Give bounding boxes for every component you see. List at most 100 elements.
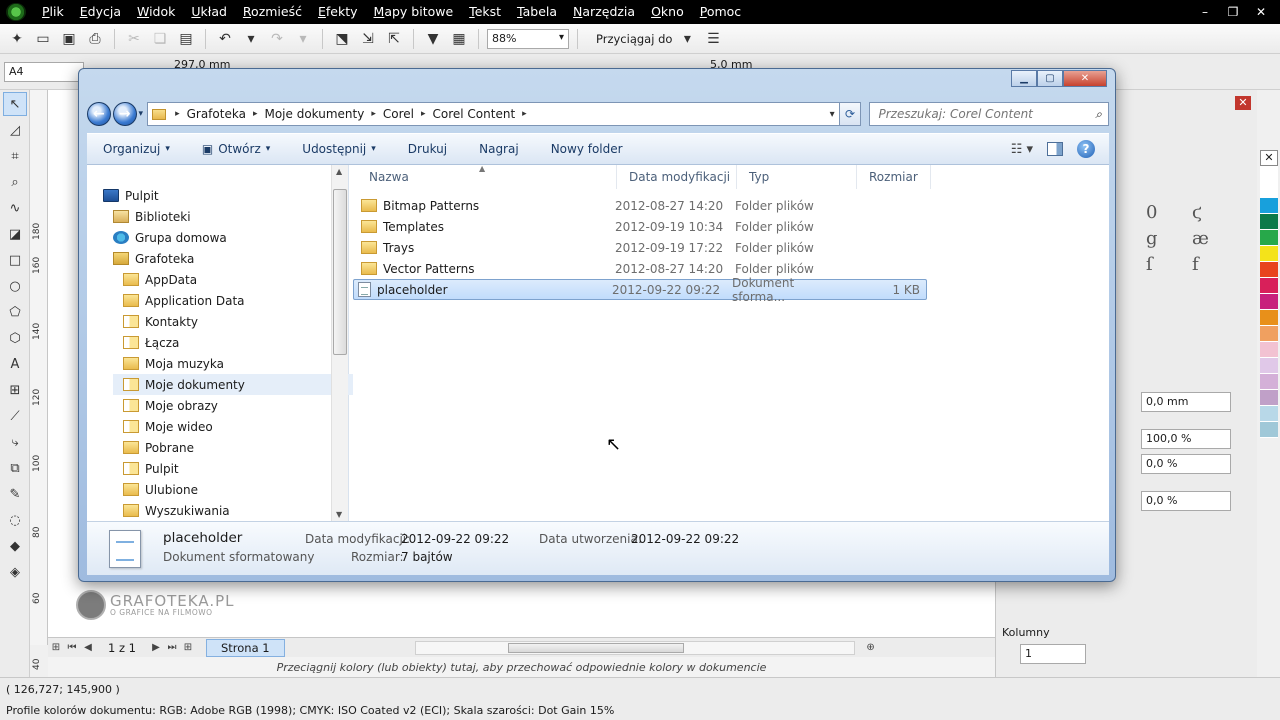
first-page-icon[interactable]: ⏮ [64,642,80,653]
line-spacing-field[interactable]: 100,0 % [1141,429,1231,449]
cut-icon[interactable]: ✂ [123,28,145,50]
redo-icon[interactable]: ↷ [266,28,288,50]
tree-item-desktop-folder[interactable]: Pulpit [123,458,363,479]
char-spacing-field[interactable]: 0,0 % [1141,491,1231,511]
add-page-icon[interactable]: ⊞ [48,642,64,653]
tree-item-appdata[interactable]: AppData [123,269,363,290]
pick-tool-icon[interactable]: ↖ [3,92,27,116]
table-row[interactable]: Bitmap Patterns 2012-08-27 14:20 Folder … [357,195,931,216]
interactive-fill-tool-icon[interactable]: ◈ [3,560,27,584]
tree-item-application-data[interactable]: Application Data [123,290,363,311]
zoom-level-select[interactable]: 88% [487,28,569,49]
last-page-icon[interactable]: ⏭ [164,642,180,653]
menu-tools[interactable]: Narzędzia [565,0,643,24]
color-swatch[interactable] [1260,326,1278,342]
undo-icon[interactable]: ↶ [214,28,236,50]
color-swatch[interactable] [1260,246,1278,262]
no-color-swatch[interactable]: ✕ [1260,150,1278,166]
menu-bitmaps[interactable]: Mapy bitowe [366,0,462,24]
connector-tool-icon[interactable]: ⤷ [3,430,27,454]
search-input[interactable] [878,107,1079,121]
recent-pages-dropdown-icon[interactable]: ▾ [139,109,144,119]
breadcrumb-documents[interactable]: Moje dokumenty [260,107,368,121]
tree-item-music[interactable]: Moja muzyka [123,353,363,374]
welcome-screen-icon[interactable]: ▦ [448,28,470,50]
tree-item-documents[interactable]: Moje dokumenty [113,374,353,395]
redo-dropdown-icon[interactable]: ▾ [292,28,314,50]
menu-edit[interactable]: Edycja [72,0,129,24]
column-header-date[interactable]: Data modyfikacji [617,165,737,189]
column-header-size[interactable]: Rozmiar [857,165,931,189]
breadcrumb-separator-icon[interactable]: ▸ [368,109,379,119]
menu-effects[interactable]: Efekty [310,0,366,24]
copy-icon[interactable]: ❏ [149,28,171,50]
tree-item-contacts[interactable]: Kontakty [123,311,363,332]
navigation-pane-scrollbar-thumb[interactable] [333,189,347,355]
tree-item-pictures[interactable]: Moje obrazy [123,395,363,416]
address-bar[interactable]: ▸ Grafoteka ▸ Moje dokumenty ▸ Corel ▸ C… [147,102,840,126]
snap-to-dropdown[interactable]: Przyciągaj do [596,32,672,46]
glyph-swash-icon[interactable]: ϛ [1192,202,1202,223]
minimize-icon[interactable]: – [1198,5,1212,19]
new-document-icon[interactable]: ✦ [6,28,28,50]
color-profiles-info[interactable]: Profile kolorów dokumentu: RGB: Adobe RG… [6,704,614,717]
menu-text[interactable]: Tekst [461,0,509,24]
eyedropper-tool-icon[interactable]: ✎ [3,482,27,506]
organize-button[interactable]: Organizuj ▾ [87,134,186,164]
menu-table[interactable]: Tabela [509,0,565,24]
color-swatch[interactable] [1260,374,1278,390]
rectangle-tool-icon[interactable]: □ [3,248,27,272]
options-icon[interactable]: ☰ [702,28,724,50]
docker-close-icon[interactable]: ✕ [1235,96,1251,110]
open-icon[interactable]: ▭ [32,28,54,50]
breadcrumb-separator-icon[interactable]: ▸ [172,109,183,119]
tree-item-downloads[interactable]: Pobrane [123,437,363,458]
forward-arrow-icon[interactable]: → [112,102,137,126]
scroll-down-icon[interactable]: ▼ [336,510,342,519]
color-swatch[interactable] [1260,214,1278,230]
column-header-name[interactable]: Nazwa ▲ [357,164,617,189]
dialog-close-icon[interactable]: ✕ [1063,70,1107,87]
address-history-dropdown-icon[interactable]: ▾ [830,109,835,120]
share-button[interactable]: Udostępnij ▾ [286,134,392,164]
glyph-ae-icon[interactable]: æ [1192,228,1209,249]
column-header-type[interactable]: Typ [737,165,857,189]
dialog-maximize-icon[interactable]: ▢ [1037,70,1063,87]
prev-page-icon[interactable]: ◀ [80,642,96,653]
save-icon[interactable]: ▣ [58,28,80,50]
import-icon[interactable]: ⇲ [357,28,379,50]
snap-dropdown-icon[interactable]: ▾ [676,28,698,50]
color-swatch[interactable] [1260,230,1278,246]
breadcrumb-corel-content[interactable]: Corel Content [429,107,520,121]
menu-window[interactable]: Okno [643,0,692,24]
table-row[interactable]: Templates 2012-09-19 10:34 Folder plików [357,216,931,237]
color-swatch[interactable] [1260,198,1278,214]
color-swatch[interactable] [1260,406,1278,422]
application-launcher-icon[interactable]: ▼ [422,28,444,50]
search-box[interactable]: ⌕ [869,102,1109,126]
menu-file[interactable]: Plik [34,0,72,24]
burn-button[interactable]: Nagraj [463,134,535,164]
glyph-f-icon[interactable]: f [1192,254,1199,275]
dimension-tool-icon[interactable]: ⟋ [3,404,27,428]
menu-layout[interactable]: Układ [183,0,235,24]
horizontal-scrollbar[interactable] [414,640,855,655]
shape-tool-icon[interactable]: ◿ [3,118,27,142]
print-icon[interactable]: ⎙ [84,28,106,50]
close-icon[interactable]: ✕ [1254,5,1268,19]
ellipse-tool-icon[interactable]: ○ [3,274,27,298]
color-swatch[interactable] [1260,422,1278,438]
outline-tool-icon[interactable]: ◌ [3,508,27,532]
tree-item-videos[interactable]: Moje wideo [123,416,363,437]
refresh-icon[interactable]: ⟳ [839,102,862,126]
zoom-navigator-icon[interactable]: ⊕ [863,642,879,653]
table-tool-icon[interactable]: ⊞ [3,378,27,402]
scroll-up-icon[interactable]: ▲ [336,167,342,176]
tree-item-favorites[interactable]: Ulubione [123,479,363,500]
undo-dropdown-icon[interactable]: ▾ [240,28,262,50]
smart-fill-tool-icon[interactable]: ◪ [3,222,27,246]
preview-pane-icon[interactable] [1047,142,1063,156]
color-swatch[interactable] [1260,342,1278,358]
menu-help[interactable]: Pomoc [692,0,749,24]
glyph-fs-icon[interactable]: ſ [1146,254,1153,275]
